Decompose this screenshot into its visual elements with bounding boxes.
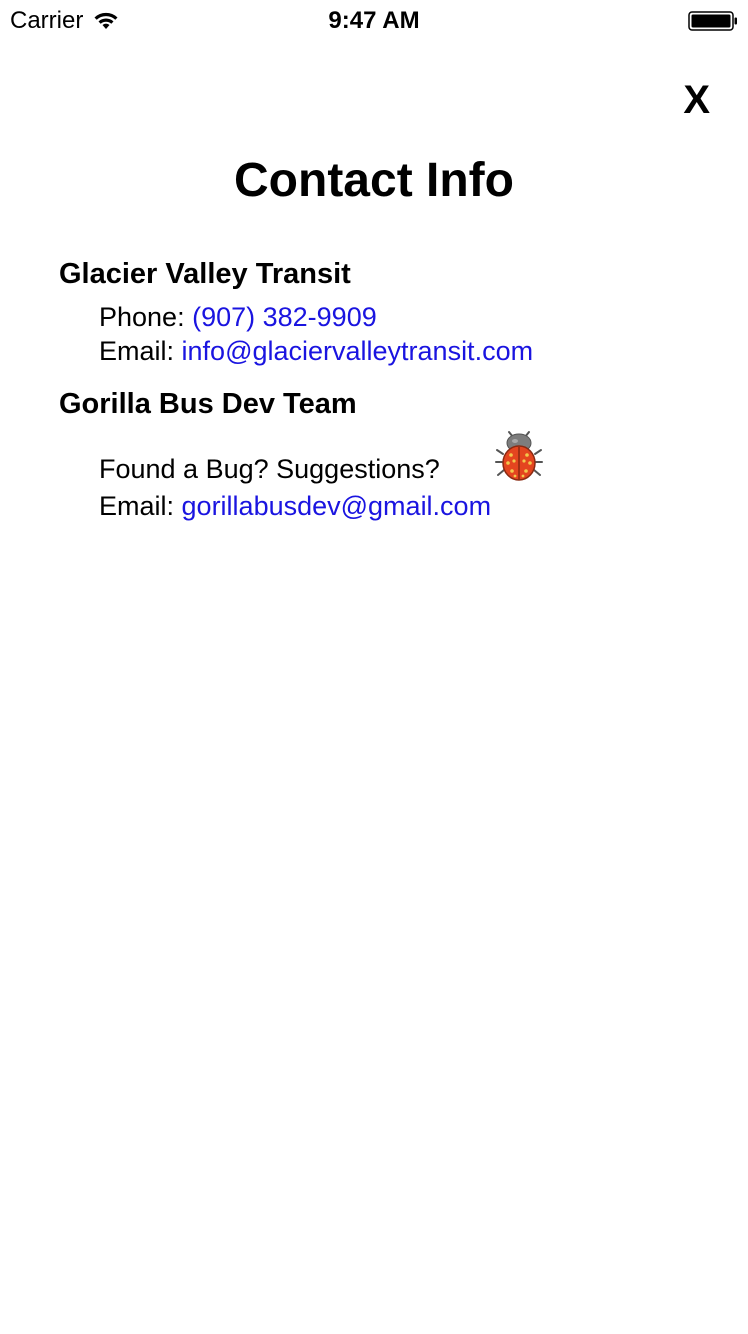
email-label: Email:: [99, 336, 175, 366]
email-row-transit: Email: info@glaciervalleytransit.com: [99, 334, 533, 368]
email-label: Email:: [99, 491, 175, 521]
email-link-dev-team[interactable]: gorillabusdev@gmail.com: [182, 491, 492, 521]
phone-label: Phone:: [99, 302, 185, 332]
ladybug-icon: [495, 431, 543, 481]
phone-row: Phone: (907) 382-9909: [99, 300, 377, 334]
status-bar: Carrier 9:47 AM: [0, 0, 748, 40]
status-time: 9:47 AM: [328, 7, 420, 34]
email-link-transit[interactable]: info@glaciervalleytransit.com: [182, 336, 534, 366]
section-heading-transit: Glacier Valley Transit: [59, 258, 351, 290]
battery-icon: [688, 11, 737, 31]
bug-prompt: Found a Bug? Suggestions?: [99, 454, 440, 484]
section-heading-dev-team: Gorilla Bus Dev Team: [59, 388, 357, 420]
phone-link[interactable]: (907) 382-9909: [192, 302, 377, 332]
close-button[interactable]: X: [683, 78, 710, 122]
page-title: Contact Info: [234, 154, 514, 207]
contact-info-screen: Carrier 9:47 AM X Contact Info Glacier V…: [0, 0, 748, 1334]
email-row-dev-team: Email: gorillabusdev@gmail.com: [99, 489, 491, 523]
